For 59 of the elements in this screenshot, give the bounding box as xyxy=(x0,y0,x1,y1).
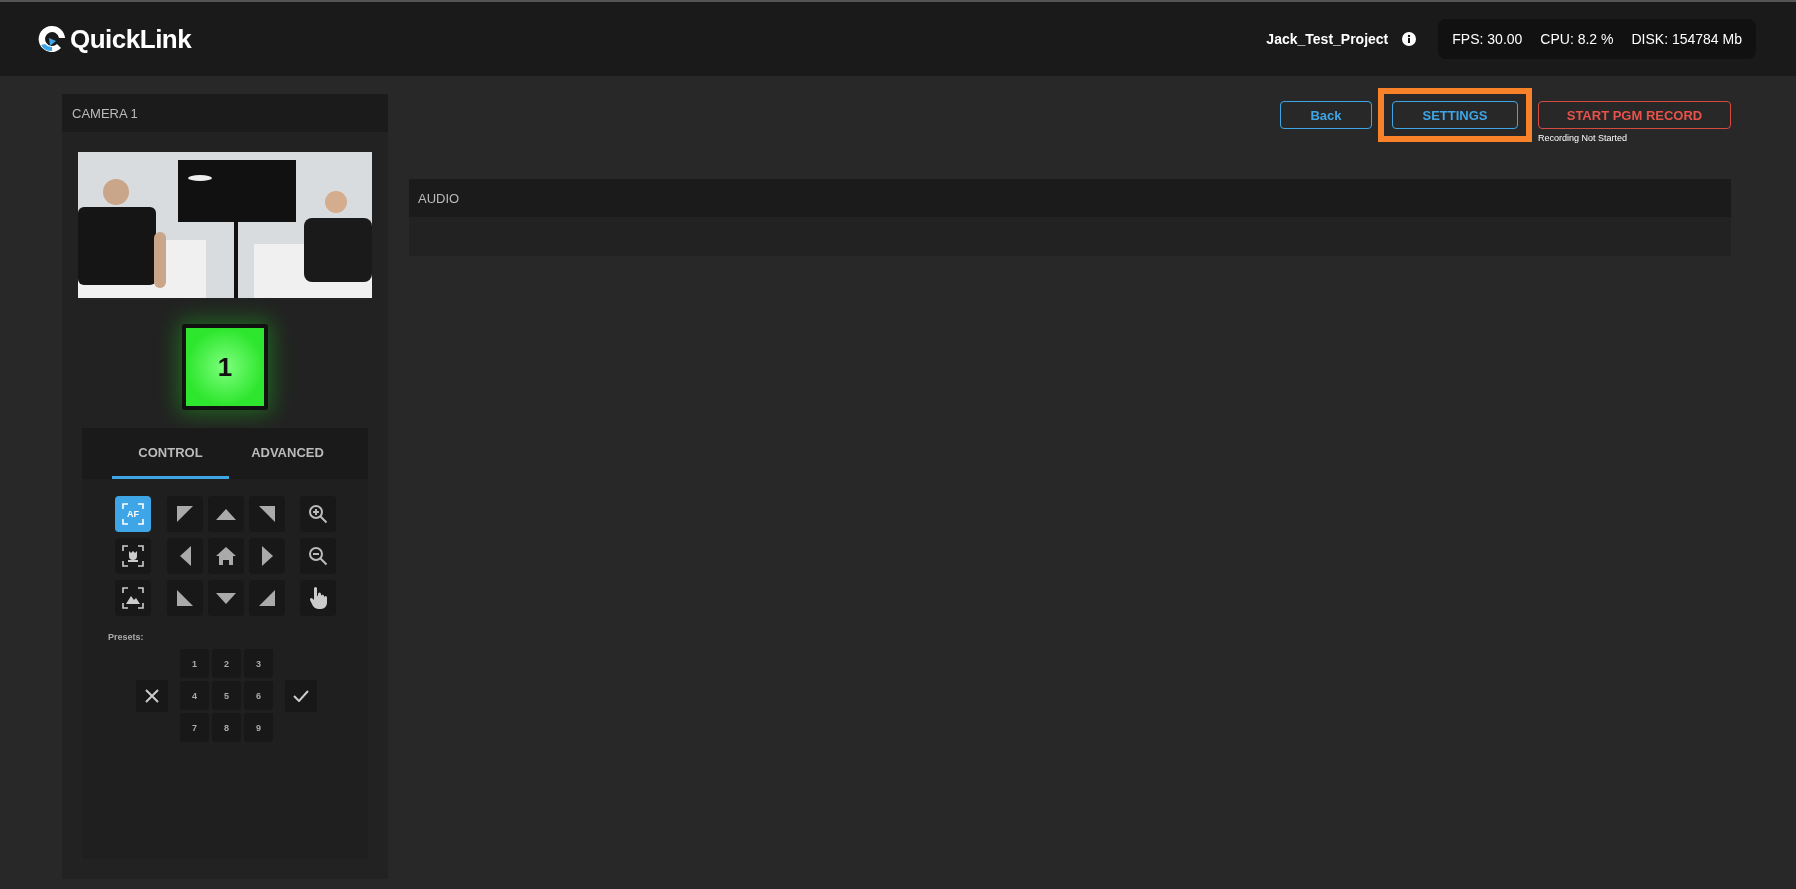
preset-button[interactable]: 9 xyxy=(244,713,273,742)
back-button[interactable]: Back xyxy=(1280,101,1372,129)
face-frame-icon xyxy=(120,543,146,569)
check-icon xyxy=(293,689,309,702)
logo-icon xyxy=(37,24,67,54)
recording-status: Recording Not Started xyxy=(1538,133,1629,143)
record-button[interactable]: START PGM RECORD xyxy=(1538,101,1731,129)
stat-text: FPS: 30.00 xyxy=(1452,31,1523,47)
camera-control-button[interactable] xyxy=(208,496,244,532)
presets-label: Presets: xyxy=(108,632,145,642)
zoom-out-icon xyxy=(308,546,328,566)
down-arrow-icon xyxy=(216,592,236,604)
triangle-icon xyxy=(259,590,275,606)
tally-button[interactable]: 1 xyxy=(182,324,268,410)
camera-control-button[interactable] xyxy=(249,580,285,616)
camera-control-button[interactable] xyxy=(167,580,203,616)
camera-control-button[interactable] xyxy=(300,496,336,532)
settings-button[interactable]: SETTINGS xyxy=(1392,101,1518,129)
mountain-frame-icon xyxy=(120,585,146,611)
preset-button[interactable]: 4 xyxy=(180,681,209,710)
close-icon xyxy=(145,688,159,703)
camera-control-button[interactable] xyxy=(249,496,285,532)
preset-button[interactable]: 3 xyxy=(244,649,273,678)
left-arrow-icon xyxy=(179,546,191,566)
camera-control-button[interactable] xyxy=(249,538,285,574)
info-icon[interactable] xyxy=(1402,32,1417,46)
triangle-icon xyxy=(259,506,275,522)
camera-control-button[interactable] xyxy=(300,580,336,616)
home-icon xyxy=(216,547,236,565)
autofocus-icon xyxy=(120,501,146,527)
tab[interactable]: ADVANCED xyxy=(229,428,346,479)
camera-control-button[interactable] xyxy=(115,538,151,574)
stat-text: DISK: 154784 Mb xyxy=(1631,31,1742,47)
stat-text: CPU: 8.2 % xyxy=(1540,31,1614,47)
camera-control-button[interactable] xyxy=(208,538,244,574)
preset-button[interactable]: 6 xyxy=(244,681,273,710)
camera-control-button[interactable] xyxy=(208,580,244,616)
triangle-icon xyxy=(177,590,193,606)
confirm-button[interactable] xyxy=(285,679,317,712)
preset-button[interactable]: 7 xyxy=(180,713,209,742)
tab[interactable]: CONTROL xyxy=(112,428,229,479)
preset-button[interactable]: 5 xyxy=(212,681,241,710)
preset-button[interactable]: 8 xyxy=(212,713,241,742)
panel-title: CAMERA 1 xyxy=(62,94,388,132)
preset-button[interactable]: 2 xyxy=(212,649,241,678)
right-arrow-icon xyxy=(261,546,273,566)
triangle-icon xyxy=(177,506,193,522)
hand-pointer-icon xyxy=(309,587,327,609)
camera-control-button[interactable] xyxy=(167,496,203,532)
cancel-button[interactable] xyxy=(136,679,168,712)
zoom-in-icon xyxy=(308,504,328,524)
panel-title: AUDIO xyxy=(409,179,1731,217)
camera-control-button[interactable] xyxy=(115,580,151,616)
logo-text: QuickLink xyxy=(70,23,192,55)
camera-control-button[interactable] xyxy=(300,538,336,574)
camera-control-button[interactable] xyxy=(167,538,203,574)
project-name: Jack_Test_Project xyxy=(1266,31,1389,47)
preset-button[interactable]: 1 xyxy=(180,649,209,678)
up-arrow-icon xyxy=(216,508,236,520)
